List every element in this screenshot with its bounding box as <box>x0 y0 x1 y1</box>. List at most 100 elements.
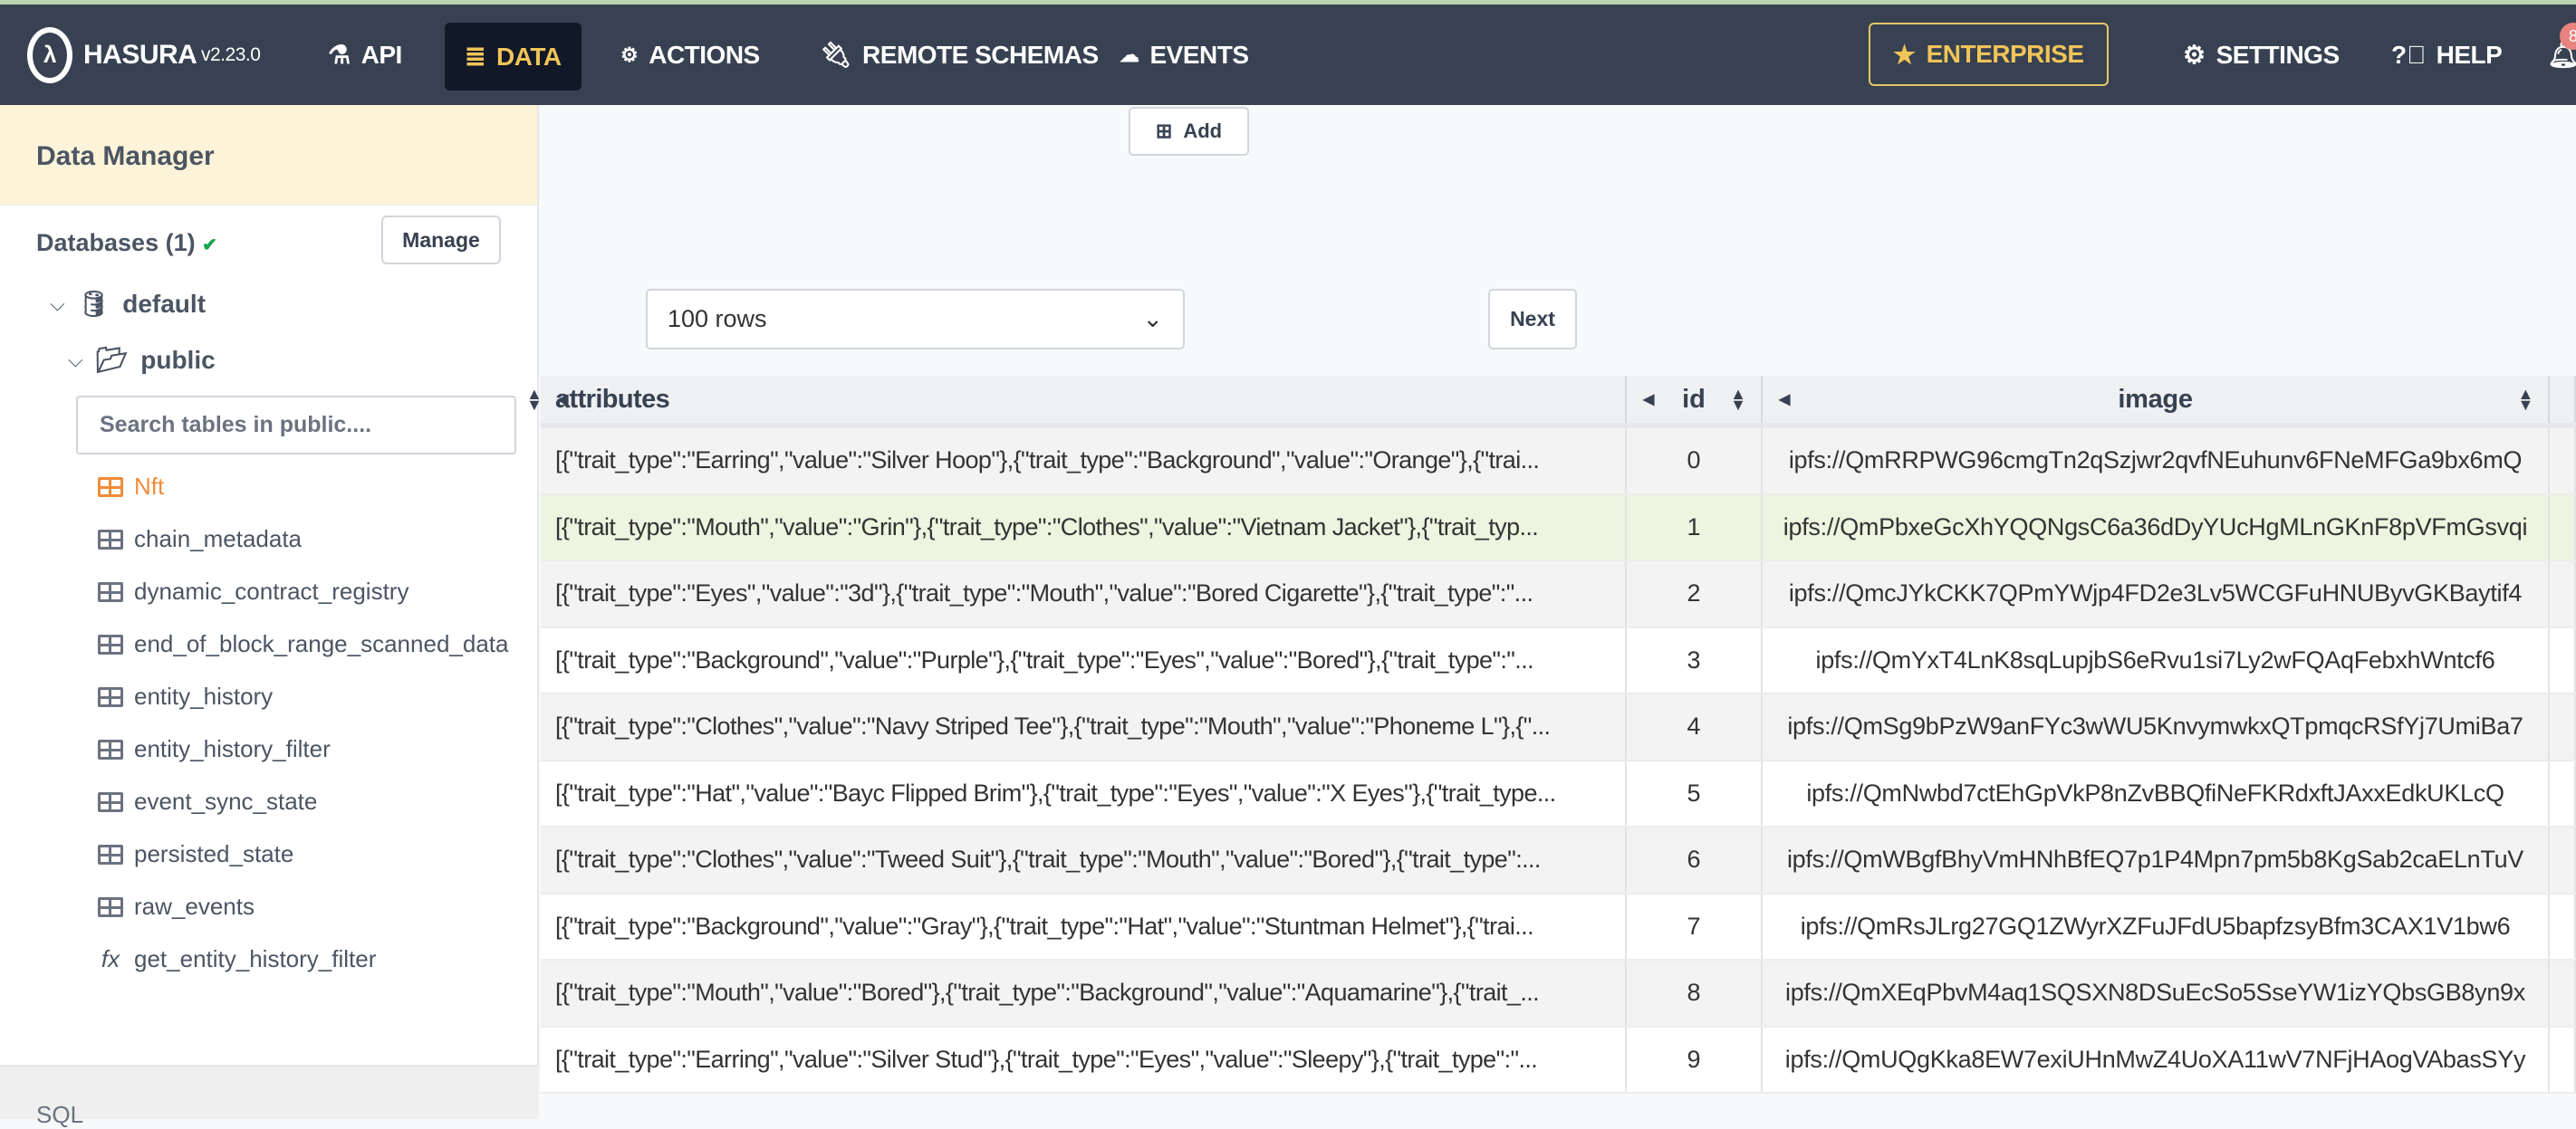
table-icon <box>98 476 123 497</box>
cell-id[interactable]: 4 <box>1627 694 1763 760</box>
cell-id[interactable]: 5 <box>1627 761 1763 826</box>
sidebar: Data Manager Databases (1) ✔ Manage ⌵ 🛢︎ d… <box>0 105 539 1128</box>
table-row[interactable]: [{"trait_type":"Background","value":"Pur… <box>541 627 2576 694</box>
table-row[interactable]: [{"trait_type":"Hat","value":"Bayc Flipp… <box>541 761 2576 828</box>
table-icon <box>98 791 123 812</box>
database-icon: 🛢︎ <box>77 290 111 318</box>
nav-label: DATA <box>495 42 562 71</box>
brand-name: HASURA <box>83 39 197 70</box>
database-name: default <box>122 289 207 318</box>
database-default[interactable]: ⌵ 🛢︎ default <box>50 289 206 319</box>
sidebar-function[interactable]: fx get_entity_history_filter <box>98 945 377 973</box>
notifications-bell-icon[interactable]: 🔔︎ <box>2547 5 2576 105</box>
flask-icon: ⚗ <box>328 41 351 69</box>
cell-attributes[interactable]: [{"trait_type":"Background","value":"Gra… <box>541 894 1627 959</box>
cell-attributes[interactable]: [{"trait_type":"Mouth","value":"Bored"},… <box>541 961 1627 1026</box>
table-row[interactable]: [{"trait_type":"Eyes","value":"3d"},{"tr… <box>541 561 2576 628</box>
column-label: id <box>1682 384 1706 414</box>
rows-per-page-select[interactable]: 100 rows ⌄ <box>646 289 1185 349</box>
manage-button[interactable]: Manage <box>381 215 501 264</box>
caret-left-icon[interactable]: ◀ <box>1779 390 1790 408</box>
table-row[interactable]: [{"trait_type":"Earring","value":"Silver… <box>541 428 2576 495</box>
sidebar-title: Data Manager <box>0 105 537 206</box>
sort-icon[interactable]: ▲ ▼ <box>526 388 1610 410</box>
cell-image[interactable]: ipfs://QmXEqPbvM4aq1SQSXN8DSuEcSo5SseYW1… <box>1763 961 2550 1026</box>
function-icon: fx <box>101 945 120 972</box>
sidebar-table[interactable]: persisted_state <box>98 840 293 868</box>
cell-image[interactable]: ipfs://QmYxT4LnK8sqLupjbS6eRvu1si7Ly2wFQ… <box>1763 627 2550 693</box>
sidebar-table[interactable]: entity_history_filter <box>98 735 331 763</box>
table-row[interactable]: [{"trait_type":"Background","value":"Gra… <box>541 894 2576 961</box>
nav-help[interactable]: ?⃝ HELP <box>2391 5 2503 105</box>
cell-attributes[interactable]: [{"trait_type":"Earring","value":"Silver… <box>541 1027 1627 1092</box>
hasura-logo[interactable]: λ HASURA <box>27 5 197 105</box>
cell-image[interactable]: ipfs://QmUQgKka8EW7exiUHnMwZ4UoXA11wV7NF… <box>1763 1027 2550 1092</box>
cell-id[interactable]: 8 <box>1627 961 1763 1026</box>
cell-attributes[interactable]: [{"trait_type":"Background","value":"Pur… <box>541 627 1627 693</box>
cell-attributes[interactable]: [{"trait_type":"Eyes","value":"3d"},{"tr… <box>541 561 1627 627</box>
cell-id[interactable]: 6 <box>1627 828 1763 893</box>
cell-more <box>2550 961 2576 1026</box>
sort-icon[interactable]: ▲ ▼ <box>2517 386 2533 413</box>
cell-id[interactable]: 2 <box>1627 561 1763 627</box>
next-page-button[interactable]: Next <box>1488 289 1577 349</box>
cell-image[interactable]: ipfs://QmRRPWG96cmgTn2qSzjwr2qvfNEuhunv6… <box>1763 428 2550 493</box>
schema-public[interactable]: ⌵ 📂︎ public <box>68 345 216 375</box>
nav-events[interactable]: ☁ EVENTS <box>1120 5 1249 105</box>
cell-attributes[interactable]: [{"trait_type":"Mouth","value":"Grin"},{… <box>541 494 1627 560</box>
sidebar-table-nft[interactable]: Nft <box>98 473 164 501</box>
rows-select-value: 100 rows <box>668 305 767 332</box>
cell-attributes[interactable]: [{"trait_type":"Clothes","value":"Navy S… <box>541 694 1627 760</box>
search-tables-input[interactable]: Search tables in public.... <box>76 396 516 454</box>
table-row[interactable]: [{"trait_type":"Clothes","value":"Tweed … <box>541 828 2576 895</box>
sort-icon[interactable]: ▲ ▼ <box>1730 386 1746 413</box>
cell-id[interactable]: 0 <box>1627 428 1763 493</box>
cell-id[interactable]: 1 <box>1627 494 1763 560</box>
column-header-attributes[interactable]: ◀ attributes ▲ ▼ <box>526 376 1627 423</box>
table-header: ◀ attributes ▲ ▼ ◀ id ▲ ▼ ◀ image ▲ ▼ <box>526 376 2576 428</box>
sidebar-table[interactable]: chain_metadata <box>98 525 302 553</box>
cell-attributes[interactable]: [{"trait_type":"Hat","value":"Bayc Flipp… <box>541 761 1627 826</box>
cell-attributes[interactable]: [{"trait_type":"Clothes","value":"Tweed … <box>541 828 1627 893</box>
sidebar-sql-section[interactable]: SQL <box>0 1065 539 1128</box>
cell-image[interactable]: ipfs://QmcJYkCKK7QPmYWjp4FD2e3Lv5WCGFuHN… <box>1763 561 2550 627</box>
caret-left-icon[interactable]: ◀ <box>1643 390 1654 408</box>
enterprise-button[interactable]: ★ ENTERPRISE <box>1869 23 2109 86</box>
table-row[interactable]: [{"trait_type":"Mouth","value":"Grin"},{… <box>541 494 2576 561</box>
nav-remote-schemas[interactable]: 🔌︎ REMOTE SCHEMAS <box>820 5 1099 105</box>
cell-id[interactable]: 3 <box>1627 627 1763 693</box>
sidebar-table[interactable]: end_of_block_range_scanned_data <box>98 630 508 658</box>
cell-id[interactable]: 9 <box>1627 1027 1763 1092</box>
cell-image[interactable]: ipfs://QmNwbd7ctEhGpVkP8nZvBBQfiNeFKRdxf… <box>1763 761 2550 826</box>
sidebar-table[interactable]: dynamic_contract_registry <box>98 578 409 606</box>
cell-id[interactable]: 7 <box>1627 894 1763 959</box>
nav-actions[interactable]: ⚙ ACTIONS <box>620 5 760 105</box>
column-header-next[interactable] <box>2550 376 2576 423</box>
cell-attributes[interactable]: [{"trait_type":"Earring","value":"Silver… <box>541 428 1627 493</box>
table-row[interactable]: [{"trait_type":"Clothes","value":"Navy S… <box>541 694 2576 761</box>
nav-settings[interactable]: ⚙ SETTINGS <box>2183 5 2340 105</box>
table-icon <box>98 896 123 917</box>
sidebar-table[interactable]: entity_history <box>98 683 273 711</box>
sidebar-table[interactable]: event_sync_state <box>98 788 317 816</box>
nav-api[interactable]: ⚗ API <box>328 5 402 105</box>
cloud-icon: ☁ <box>1120 43 1139 66</box>
cell-image[interactable]: ipfs://QmPbxeGcXhYQQNgsC6a36dDyYUcHgMLnG… <box>1763 494 2550 560</box>
cell-image[interactable]: ipfs://QmSg9bPzW9anFYc3wWU5KnvymwkxQTpmq… <box>1763 694 2550 760</box>
plus-square-icon: ⊞ <box>1155 120 1173 142</box>
cell-image[interactable]: ipfs://QmRsJLrg27GQ1ZWyrXZFuJFdU5bapfzsy… <box>1763 894 2550 959</box>
cell-more <box>2550 627 2576 693</box>
sidebar-table[interactable]: raw_events <box>98 893 255 921</box>
table-row[interactable]: [{"trait_type":"Earring","value":"Silver… <box>541 1027 2576 1094</box>
cell-image[interactable]: ipfs://QmWBgfBhyVmHNhBfEQ7p1P4Mpn7pm5b8K… <box>1763 828 2550 893</box>
nav-label: SETTINGS <box>2216 40 2341 69</box>
add-button[interactable]: ⊞ Add <box>1129 107 1249 156</box>
column-header-image[interactable]: ◀ image ▲ ▼ <box>1763 376 2550 423</box>
nav-data[interactable]: ≣ DATA <box>445 23 582 91</box>
table-name: entity_history <box>134 683 274 710</box>
column-header-id[interactable]: ◀ id ▲ ▼ <box>1627 376 1763 423</box>
table-row[interactable]: [{"trait_type":"Mouth","value":"Bored"},… <box>541 961 2576 1028</box>
table-name: entity_history_filter <box>134 735 331 762</box>
cell-more <box>2550 694 2576 760</box>
star-icon: ★ <box>1893 40 1916 69</box>
